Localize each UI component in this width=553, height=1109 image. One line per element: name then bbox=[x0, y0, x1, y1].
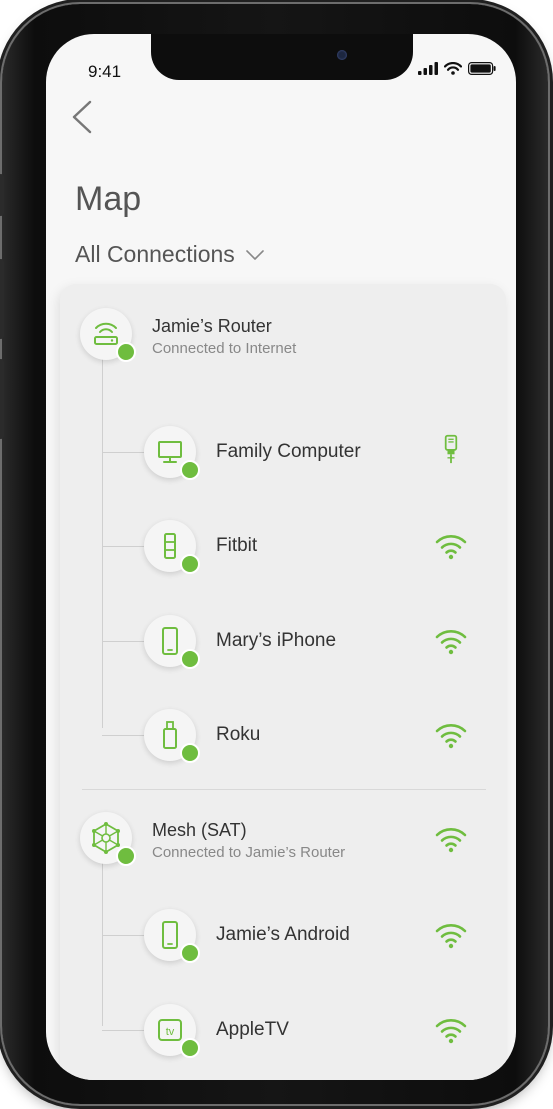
device-name: Mary’s iPhone bbox=[216, 630, 337, 651]
tree-trunk-line bbox=[102, 856, 103, 1026]
device-node bbox=[144, 520, 200, 574]
tree-branch-line bbox=[102, 735, 144, 736]
wifi-icon bbox=[435, 828, 467, 853]
wifi-icon bbox=[435, 535, 467, 560]
router-name: Jamie’s Router bbox=[152, 316, 272, 336]
mesh-name: Mesh (SAT) bbox=[152, 820, 247, 840]
device-node: tv bbox=[144, 1004, 200, 1058]
tree-branch-line bbox=[102, 935, 144, 936]
notch bbox=[151, 34, 413, 80]
tree-branch-line bbox=[102, 1030, 144, 1031]
online-status-dot bbox=[116, 342, 136, 362]
device-name: Family Computer bbox=[216, 441, 361, 462]
appletv-icon: tv bbox=[158, 1019, 182, 1041]
chevron-down-icon bbox=[246, 249, 264, 260]
device-name: Jamie’s Android bbox=[216, 924, 350, 945]
tree-branch-line bbox=[102, 452, 144, 453]
mute-switch bbox=[0, 174, 4, 216]
connection-map-card: Jamie’s Router Connected to Internet Fam… bbox=[60, 284, 506, 1080]
phone-icon bbox=[162, 921, 178, 949]
online-status-dot bbox=[116, 846, 136, 866]
wifi-status-icon bbox=[444, 62, 462, 75]
online-status-dot bbox=[180, 554, 200, 574]
volume-up-button bbox=[0, 259, 4, 339]
group-divider bbox=[82, 789, 486, 790]
wifi-icon bbox=[435, 630, 467, 655]
filter-label: All Connections bbox=[75, 241, 235, 267]
device-name: AppleTV bbox=[216, 1019, 289, 1040]
router-node bbox=[80, 308, 136, 362]
connections-filter-dropdown[interactable]: All Connections bbox=[75, 241, 265, 268]
roku-stick-icon bbox=[163, 721, 177, 749]
tree-branch-line bbox=[102, 641, 144, 642]
svg-text:tv: tv bbox=[166, 1026, 175, 1038]
phone-icon bbox=[162, 627, 178, 655]
page-title: Map bbox=[75, 180, 142, 218]
back-chevron-icon[interactable] bbox=[68, 100, 100, 134]
status-icons bbox=[418, 62, 496, 75]
online-status-dot bbox=[180, 943, 200, 963]
router-icon bbox=[94, 322, 118, 345]
router-subtitle: Connected to Internet bbox=[152, 340, 297, 357]
phone-frame: 9:41 Map All Connections Jamie’s Router … bbox=[0, 4, 548, 1104]
online-status-dot bbox=[180, 1038, 200, 1058]
device-name: Fitbit bbox=[216, 535, 258, 556]
cellular-signal-icon bbox=[418, 62, 438, 75]
wifi-icon bbox=[435, 1019, 467, 1044]
device-name: Roku bbox=[216, 724, 261, 745]
camera bbox=[337, 50, 347, 60]
mesh-subtitle: Connected to Jamie’s Router bbox=[152, 844, 346, 861]
wifi-icon bbox=[435, 924, 467, 949]
status-time: 9:41 bbox=[88, 62, 122, 81]
tree-trunk-line bbox=[102, 354, 103, 728]
device-node bbox=[144, 909, 200, 963]
online-status-dot bbox=[180, 743, 200, 763]
device-node bbox=[144, 426, 200, 480]
wifi-icon bbox=[435, 724, 467, 749]
device-node bbox=[144, 709, 200, 763]
mesh-node bbox=[80, 812, 136, 866]
online-status-dot bbox=[180, 460, 200, 480]
fitbit-icon bbox=[164, 533, 176, 559]
device-node bbox=[144, 615, 200, 669]
tree-branch-line bbox=[102, 546, 144, 547]
ethernet-icon bbox=[444, 434, 458, 464]
online-status-dot bbox=[180, 649, 200, 669]
volume-down-button bbox=[0, 359, 4, 439]
screen: 9:41 Map All Connections Jamie’s Router … bbox=[46, 34, 516, 1080]
battery-icon bbox=[468, 62, 496, 75]
computer-icon bbox=[158, 441, 182, 463]
